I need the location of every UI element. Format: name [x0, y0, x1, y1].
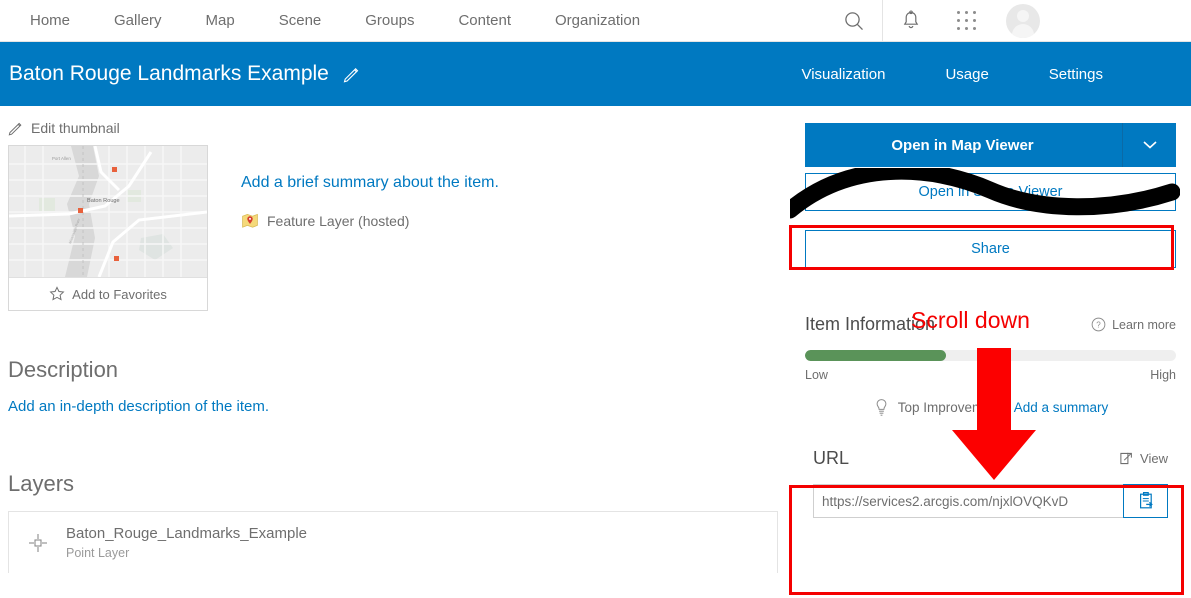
item-header-bar: Baton Rouge Landmarks Example Visualizat… — [0, 42, 1191, 106]
learn-more-label: Learn more — [1112, 317, 1176, 332]
scroll-down-annotation: Scroll down — [911, 307, 1030, 333]
item-header-tabs: Visualization Usage Settings — [771, 66, 1133, 83]
add-to-favorites-button[interactable]: Add to Favorites — [9, 277, 207, 310]
map-thumbnail-image: Port Allen Baton Rouge Mississippi River — [9, 146, 207, 277]
notifications-button[interactable] — [883, 0, 939, 42]
nav-map[interactable]: Map — [184, 1, 257, 41]
layer-name: Baton_Rouge_Landmarks_Example — [66, 525, 307, 542]
thumbnail-and-summary: Port Allen Baton Rouge Mississippi River… — [8, 145, 790, 311]
description-heading: Description — [8, 357, 119, 382]
item-thumbnail[interactable]: Port Allen Baton Rouge Mississippi River — [9, 146, 207, 277]
share-button-wrapper: Share — [805, 230, 1176, 268]
pencil-icon — [343, 67, 359, 82]
layer-type: Point Layer — [66, 546, 130, 560]
star-icon — [49, 286, 65, 301]
external-link-icon — [1120, 452, 1132, 465]
learn-more-link[interactable]: ? Learn more — [1091, 317, 1176, 332]
edit-thumbnail-button[interactable]: Edit thumbnail — [8, 120, 790, 136]
layers-heading: Layers — [8, 471, 75, 496]
url-header: URL View — [813, 448, 1168, 469]
thumbnail-box: Port Allen Baton Rouge Mississippi River… — [8, 145, 208, 311]
tab-visualization[interactable]: Visualization — [771, 66, 915, 83]
url-view-link[interactable]: View — [1119, 451, 1168, 466]
top-navigation-bar: Home Gallery Map Scene Groups Content Or… — [0, 0, 1191, 42]
add-summary-link[interactable]: Add a brief summary about the item. — [241, 174, 499, 191]
search-button[interactable] — [826, 0, 882, 42]
progress-low-label: Low — [805, 368, 828, 382]
summary-block: Add a brief summary about the item. Feat… — [241, 145, 499, 311]
progress-scale-labels: Low High — [805, 368, 1176, 382]
tab-usage[interactable]: Usage — [915, 66, 1018, 83]
url-input-row — [813, 484, 1168, 518]
item-type-label: Feature Layer (hosted) — [267, 213, 410, 229]
edit-title-button[interactable] — [343, 66, 360, 83]
url-section: URL View — [805, 448, 1176, 518]
search-icon — [845, 12, 863, 31]
top-improvement-row: Top Improvement: Add a summary — [805, 398, 1176, 417]
nav-organization[interactable]: Organization — [533, 1, 662, 41]
page-title: Baton Rouge Landmarks Example — [9, 62, 329, 85]
nav-groups[interactable]: Groups — [343, 1, 436, 41]
nav-content[interactable]: Content — [436, 1, 533, 41]
edit-thumbnail-label: Edit thumbnail — [31, 120, 120, 136]
nav-home[interactable]: Home — [8, 1, 92, 41]
page-content: Edit thumbnail Port Allen Baton Rouge Mi… — [0, 106, 1191, 598]
svg-text:?: ? — [1096, 321, 1101, 330]
grid-apps-icon — [957, 11, 977, 31]
progress-high-label: High — [1150, 368, 1176, 382]
user-menu-button[interactable] — [995, 0, 1051, 42]
chevron-down-icon — [1142, 141, 1157, 149]
point-layer-icon — [29, 533, 47, 552]
nav-scene[interactable]: Scene — [257, 1, 344, 41]
open-in-scene-viewer-label: Open in Scene Viewer — [918, 184, 1063, 200]
item-information-progress-fill — [805, 350, 946, 361]
url-input[interactable] — [813, 484, 1123, 518]
question-circle-icon: ? — [1091, 317, 1106, 332]
item-details-column: Edit thumbnail Port Allen Baton Rouge Mi… — [0, 106, 790, 598]
item-actions-column: Open in Map Viewer Open in Scene Viewer … — [790, 106, 1191, 598]
copy-url-button[interactable] — [1123, 484, 1168, 518]
open-in-map-viewer-label: Open in Map Viewer — [891, 136, 1034, 154]
lightbulb-icon — [876, 399, 887, 416]
feature-layer-icon — [242, 213, 258, 228]
pencil-icon — [8, 122, 22, 136]
app-launcher-button[interactable] — [939, 0, 995, 42]
open-in-map-viewer-dropdown[interactable] — [1122, 123, 1176, 167]
add-a-summary-link[interactable]: Add a summary — [1014, 400, 1109, 415]
nav-gallery[interactable]: Gallery — [92, 1, 184, 41]
top-nav-links: Home Gallery Map Scene Groups Content Or… — [0, 1, 662, 41]
item-information-progress-bar — [805, 350, 1176, 361]
tab-settings[interactable]: Settings — [1019, 66, 1133, 83]
url-view-label: View — [1140, 451, 1168, 466]
clipboard-copy-icon — [1139, 492, 1153, 509]
share-label: Share — [971, 241, 1010, 257]
bell-icon — [903, 10, 919, 29]
layer-text-block: Baton_Rouge_Landmarks_Example Point Laye… — [66, 525, 307, 560]
open-in-scene-viewer-button[interactable]: Open in Scene Viewer — [805, 173, 1176, 211]
open-in-map-viewer-button[interactable]: Open in Map Viewer — [805, 123, 1176, 167]
add-description-link[interactable]: Add an in-depth description of the item. — [8, 398, 269, 415]
top-nav-actions — [826, 0, 1051, 42]
share-button[interactable]: Share — [805, 230, 1176, 268]
item-type-row: Feature Layer (hosted) — [241, 212, 499, 230]
svg-text:Baton Rouge: Baton Rouge — [87, 198, 120, 204]
url-title: URL — [813, 448, 850, 468]
top-improvement-label: Top Improvement: — [897, 400, 1006, 415]
avatar — [1006, 4, 1040, 38]
svg-text:Port Allen: Port Allen — [52, 156, 71, 161]
layer-list-item[interactable]: Baton_Rouge_Landmarks_Example Point Laye… — [8, 511, 778, 573]
add-to-favorites-label: Add to Favorites — [72, 286, 167, 302]
